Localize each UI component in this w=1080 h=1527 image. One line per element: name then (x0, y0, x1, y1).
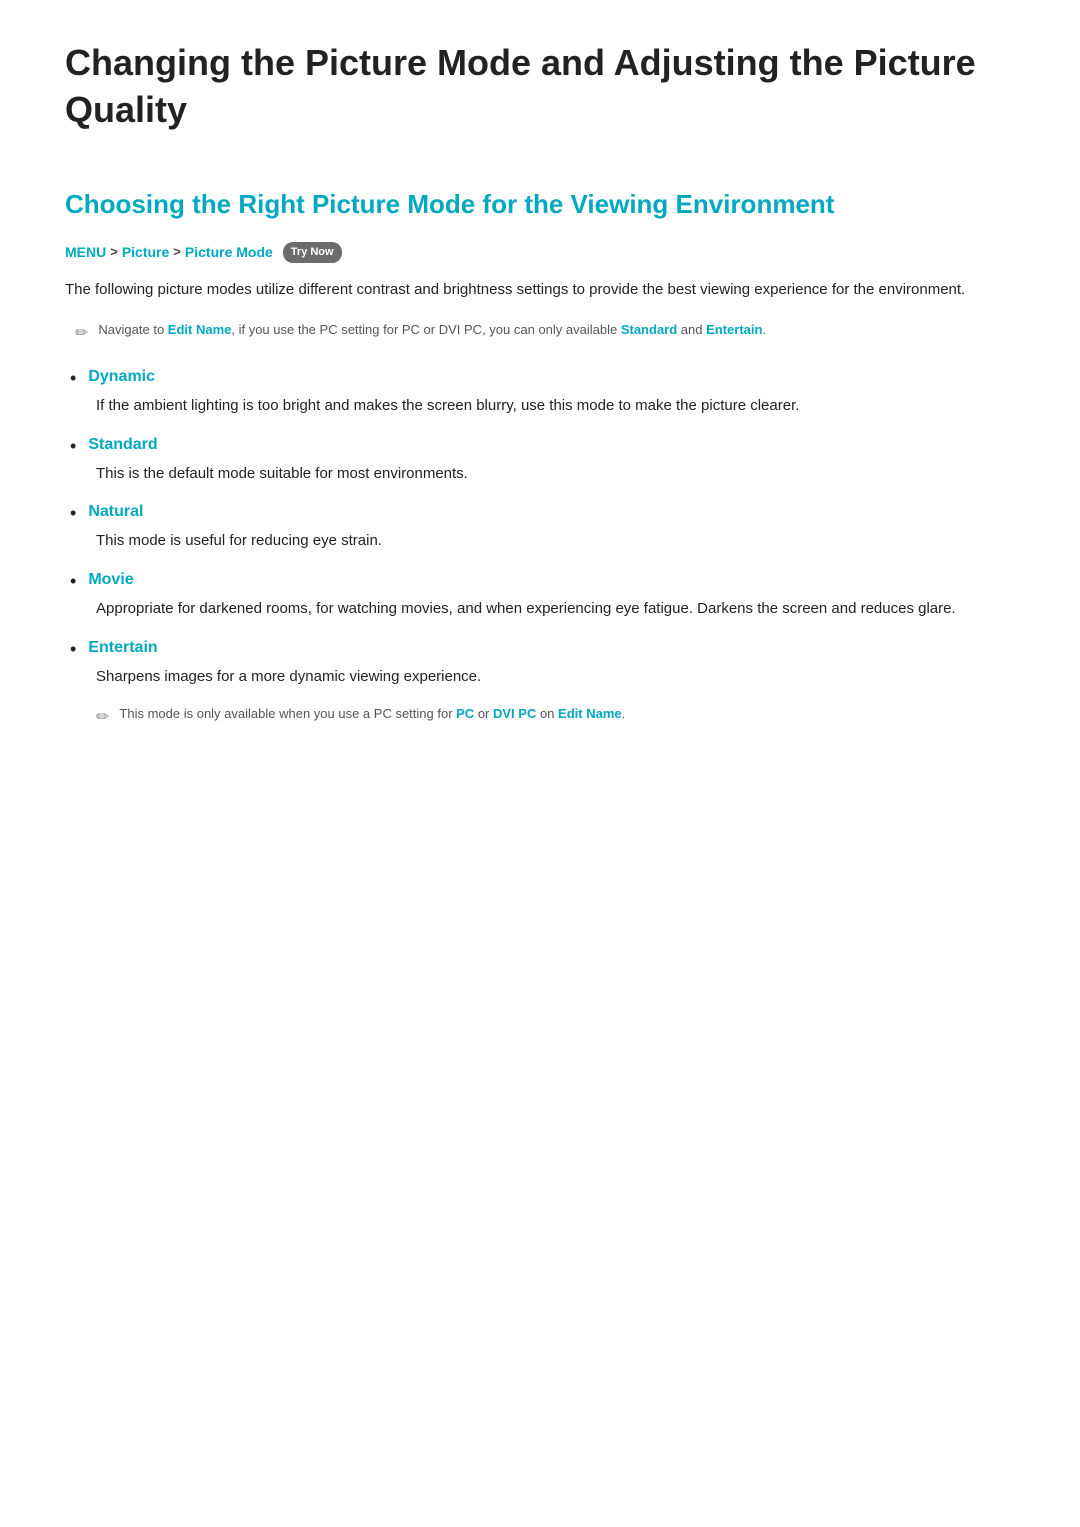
bullet-entertain: • (70, 636, 76, 663)
breadcrumb-sep2: > (173, 242, 181, 263)
note-block-1: ✏ Navigate to Edit Name, if you use the … (75, 320, 1015, 347)
list-item-dynamic: • Dynamic If the ambient lighting is too… (70, 365, 1015, 419)
pencil-icon-1: ✏ (75, 321, 88, 347)
item-title-dynamic: Dynamic (88, 365, 155, 389)
note-and: and (677, 322, 706, 337)
picture-modes-list: • Dynamic If the ambient lighting is too… (70, 365, 1015, 730)
main-title: Changing the Picture Mode and Adjusting … (65, 40, 1015, 134)
item-desc-dynamic: If the ambient lighting is too bright an… (96, 394, 1015, 419)
try-now-badge[interactable]: Try Now (283, 242, 342, 264)
sub-note-text: This mode is only available when you use… (119, 704, 625, 725)
sub-note-dvi-pc: DVI PC (493, 706, 536, 721)
bullet-dynamic: • (70, 365, 76, 392)
sub-note-pc: PC (456, 706, 474, 721)
breadcrumb: MENU > Picture > Picture Mode Try Now (65, 241, 1015, 263)
breadcrumb-picture-mode[interactable]: Picture Mode (185, 241, 273, 263)
bullet-natural: • (70, 500, 76, 527)
intro-text: The following picture modes utilize diff… (65, 278, 1015, 303)
note-edit-name: Edit Name (168, 322, 232, 337)
note-end: . (762, 322, 766, 337)
list-item-entertain: • Entertain Sharpens images for a more d… (70, 636, 1015, 730)
list-item-movie: • Movie Appropriate for darkened rooms, … (70, 568, 1015, 622)
breadcrumb-sep1: > (110, 242, 118, 263)
sub-note-edit-name: Edit Name (558, 706, 622, 721)
bullet-movie: • (70, 568, 76, 595)
note-standard: Standard (621, 322, 677, 337)
note-text-1: Navigate to Edit Name, if you use the PC… (98, 320, 766, 341)
item-desc-standard: This is the default mode suitable for mo… (96, 462, 1015, 487)
pencil-icon-2: ✏ (96, 705, 109, 731)
item-title-entertain: Entertain (88, 636, 157, 660)
sub-note-mid: or (474, 706, 493, 721)
section-title: Choosing the Right Picture Mode for the … (65, 184, 1015, 226)
item-title-movie: Movie (88, 568, 133, 592)
bullet-standard: • (70, 433, 76, 460)
sub-note-entertain: ✏ This mode is only available when you u… (96, 704, 1015, 731)
breadcrumb-picture[interactable]: Picture (122, 241, 169, 263)
item-title-natural: Natural (88, 500, 143, 524)
item-desc-natural: This mode is useful for reducing eye str… (96, 529, 1015, 554)
item-title-standard: Standard (88, 433, 157, 457)
breadcrumb-menu[interactable]: MENU (65, 241, 106, 263)
sub-note-mid2: on (536, 706, 558, 721)
item-desc-movie: Appropriate for darkened rooms, for watc… (96, 597, 1015, 622)
list-item-standard: • Standard This is the default mode suit… (70, 433, 1015, 487)
sub-note-prefix: This mode is only available when you use… (119, 706, 456, 721)
note-mid: , if you use the PC setting for PC or DV… (231, 322, 620, 337)
list-item-natural: • Natural This mode is useful for reduci… (70, 500, 1015, 554)
item-desc-entertain: Sharpens images for a more dynamic viewi… (96, 665, 1015, 690)
sub-note-end: . (622, 706, 626, 721)
note-prefix: Navigate to (98, 322, 167, 337)
note-entertain: Entertain (706, 322, 762, 337)
